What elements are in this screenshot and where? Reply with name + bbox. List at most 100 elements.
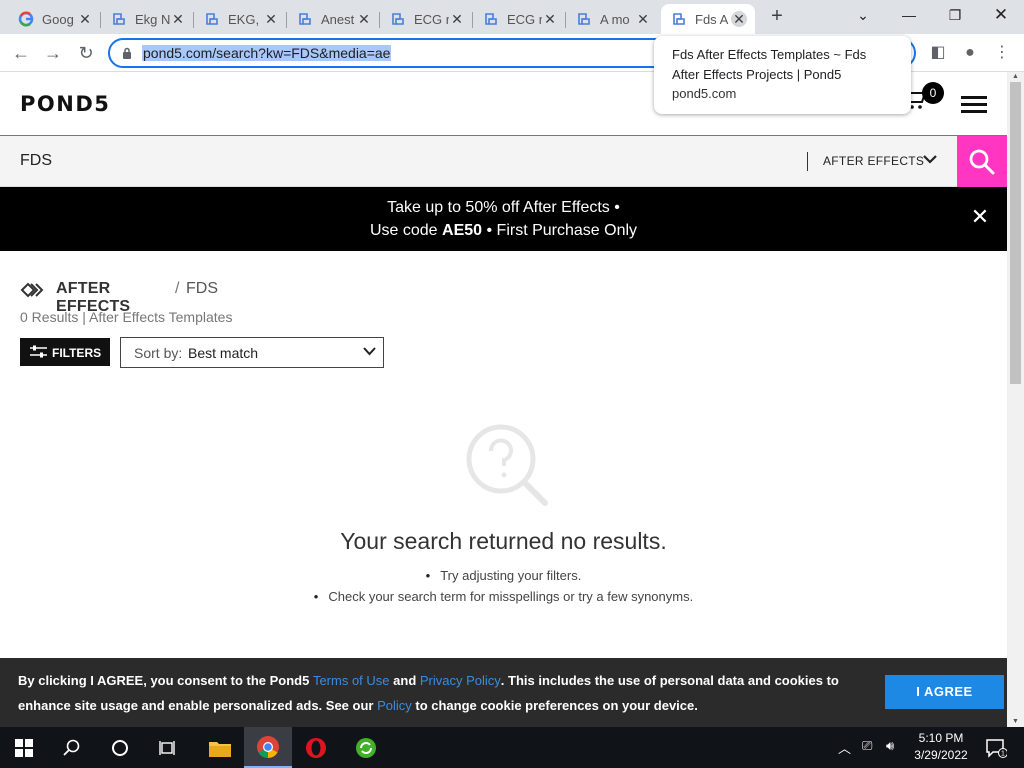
tab-title: Goog (42, 11, 74, 27)
browser-tab[interactable]: ECG r ✕ (380, 4, 473, 34)
volume-icon[interactable]: 🔊︎ (886, 738, 894, 754)
scrollbar-thumb[interactable] (1010, 82, 1021, 384)
terms-of-use-link[interactable]: Terms of Use (313, 673, 390, 688)
browser-tab[interactable]: EKG, l ✕ (194, 4, 287, 34)
close-icon[interactable]: ✕ (731, 11, 747, 27)
notifications-button[interactable]: 1 (976, 727, 1016, 768)
browser-tab[interactable]: Anest ✕ (287, 4, 380, 34)
app-taskbar-button[interactable] (342, 727, 390, 768)
no-results-magnifier-icon (466, 424, 548, 506)
scroll-up-arrow-icon[interactable]: ▲ (1007, 72, 1024, 82)
clock-date: 3/29/2022 (914, 748, 968, 762)
cart-count-badge: 0 (922, 82, 944, 104)
tooltip-domain: pond5.com (672, 86, 737, 101)
pond5-icon (206, 13, 218, 25)
browser-tab[interactable]: A mo ✕ (566, 4, 659, 34)
pond5-icon (485, 13, 497, 25)
search-bar: FDS AFTER EFFECTS (0, 136, 1007, 187)
task-view-button[interactable] (144, 727, 192, 768)
minimize-button[interactable]: — (886, 0, 932, 30)
search-input[interactable]: FDS (20, 152, 52, 170)
side-panel-icon[interactable]: ◧ (925, 40, 951, 66)
windows-logo-icon (15, 738, 33, 757)
cortana-button[interactable] (96, 727, 144, 768)
breadcrumb-separator: / (175, 280, 180, 297)
search-button[interactable] (957, 136, 1007, 187)
new-tab-button[interactable]: + (766, 6, 788, 28)
hamburger-menu-icon[interactable] (961, 96, 987, 113)
sort-value: Best match (188, 345, 259, 361)
close-icon[interactable]: ✕ (542, 11, 558, 27)
tab-hover-card: Fds After Effects Templates ~ Fds After … (654, 36, 911, 114)
restore-button[interactable]: ❐ (932, 0, 978, 30)
close-icon[interactable]: ✕ (449, 11, 465, 27)
sliders-icon (30, 345, 47, 358)
privacy-policy-link[interactable]: Privacy Policy (420, 673, 501, 688)
tooltip-title: Fds After Effects Templates ~ Fds After … (672, 47, 867, 82)
close-icon[interactable]: ✕ (635, 11, 651, 27)
browser-tab-active[interactable]: Fds A ✕ (661, 4, 755, 34)
promo-text: Use code (369, 222, 443, 239)
clock-time: 5:10 PM (918, 731, 964, 745)
google-icon (18, 11, 34, 27)
notification-center-icon: 1 (986, 738, 1007, 758)
tab-title: ECG r (507, 11, 542, 27)
tab-search-chevron-icon[interactable]: ⌄ (840, 0, 886, 30)
close-icon[interactable]: ✕ (77, 11, 93, 27)
sort-select[interactable]: Sort by: Best match (120, 337, 384, 368)
divider (807, 152, 808, 171)
tab-title: Anest (321, 11, 355, 27)
tab-title: Fds A (695, 11, 729, 27)
forward-button[interactable]: → (40, 40, 66, 66)
pond5-icon (673, 13, 685, 25)
start-button[interactable] (0, 727, 48, 768)
lock-icon (123, 47, 131, 59)
opera-taskbar-button[interactable] (292, 727, 340, 768)
chevron-up-icon[interactable]: ︿ (838, 738, 851, 757)
pond5-icon (113, 13, 125, 25)
browser-tab[interactable]: Goog ✕ (8, 4, 101, 34)
pond5-logo[interactable]: POND5 (20, 92, 110, 116)
close-icon[interactable]: ✕ (263, 11, 279, 27)
close-banner-button[interactable]: ✕ (970, 206, 990, 228)
empty-state-tips: Try adjusting your filters. Check your s… (0, 568, 1007, 610)
profile-icon[interactable]: ● (957, 40, 983, 66)
pond5-icon (392, 13, 404, 25)
system-clock[interactable]: 5:10 PM 3/29/2022 (908, 730, 974, 764)
chevron-down-icon[interactable] (923, 154, 937, 164)
pond5-icon (299, 13, 311, 25)
cookie-text-part: to change cookie preferences on your dev… (411, 698, 698, 713)
reload-button[interactable]: ↻ (73, 40, 99, 66)
green-refresh-app-icon (356, 737, 376, 758)
cookie-consent-banner: By clicking I AGREE, you consent to the … (0, 658, 1007, 727)
close-icon[interactable]: ✕ (356, 11, 372, 27)
chrome-taskbar-button[interactable] (244, 727, 292, 768)
network-icon[interactable]: ⎚ (862, 738, 872, 754)
list-item: Check your search term for misspellings … (0, 589, 1007, 610)
cookie-text: By clicking I AGREE, you consent to the … (18, 668, 878, 718)
file-explorer-button[interactable] (196, 727, 244, 768)
close-icon[interactable]: ✕ (170, 11, 186, 27)
more-menu-icon[interactable]: ⋮ (989, 40, 1015, 66)
promo-line-2: Use code AE50 • First Purchase Only (0, 219, 1007, 242)
policy-link[interactable]: Policy (377, 698, 412, 713)
notification-count: 1 (1001, 750, 1005, 757)
page-scrollbar[interactable]: ▲ ▼ (1007, 72, 1024, 727)
search-taskbar-button[interactable] (48, 727, 96, 768)
scroll-down-arrow-icon[interactable]: ▼ (1007, 717, 1024, 727)
tab-title: Ekg N (135, 11, 170, 27)
opera-icon (306, 737, 326, 758)
tab-title: ECG r (414, 11, 449, 27)
pond5-icon (578, 13, 590, 25)
browser-tab[interactable]: ECG r ✕ (473, 4, 566, 34)
filters-button[interactable]: FILTERS (20, 338, 110, 366)
back-button[interactable]: ← (8, 40, 34, 66)
i-agree-button[interactable]: I AGREE (885, 675, 1004, 709)
task-view-icon (159, 740, 175, 755)
tab-title: EKG, l (228, 11, 263, 27)
search-icon (969, 149, 995, 175)
browser-tab[interactable]: Ekg N ✕ (101, 4, 194, 34)
media-type-select[interactable]: AFTER EFFECTS (823, 154, 924, 168)
url-text[interactable]: pond5.com/search?kw=FDS&media=ae (142, 45, 392, 61)
close-window-button[interactable]: ✕ (978, 0, 1024, 30)
